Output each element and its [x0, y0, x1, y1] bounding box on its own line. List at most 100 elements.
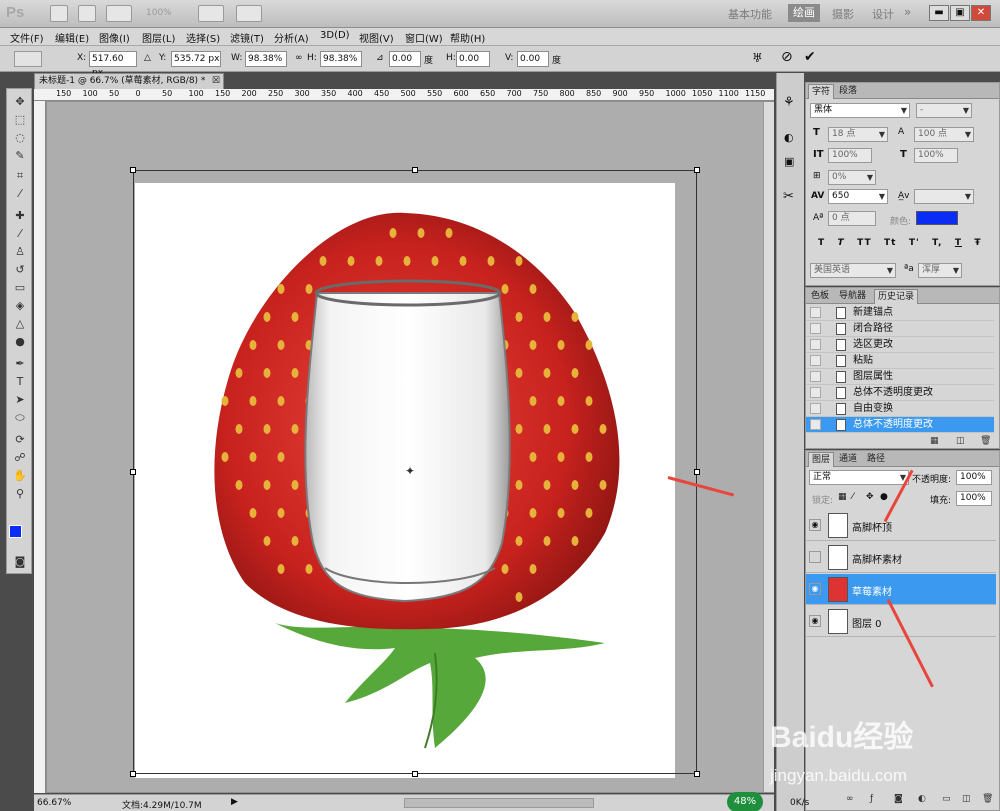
new-layer-icon[interactable]: ◫ — [962, 794, 972, 804]
quick-select-tool-icon[interactable]: ✎ — [12, 149, 28, 163]
horizontal-scale-field[interactable]: 100% — [914, 148, 958, 163]
zoom-tool-icon[interactable]: ⚲ — [12, 487, 28, 501]
adjustment-icon[interactable]: ▣ — [784, 155, 794, 168]
layer-row-selected[interactable]: ◉ 草莓素材 — [806, 574, 996, 605]
menu-3d[interactable]: 3D(D) — [320, 30, 350, 41]
zoom-readout[interactable]: 66.67% — [37, 798, 71, 808]
history-item[interactable]: 图层属性 — [806, 369, 994, 385]
new-group-icon[interactable]: ▭ — [942, 794, 952, 804]
leading-field[interactable]: 100 点 ▼ — [914, 127, 974, 142]
opacity-field[interactable]: 100% — [956, 470, 992, 485]
menu-filter[interactable]: 滤镜(T) — [230, 30, 264, 45]
reference-point-icon[interactable] — [14, 51, 42, 67]
tab-history[interactable]: 历史记录 — [874, 289, 919, 304]
menu-window[interactable]: 窗口(W) — [405, 30, 443, 45]
font-family-select[interactable]: 黑体 ▼ — [810, 103, 910, 118]
height-scale-field[interactable]: 98.38% — [320, 51, 362, 67]
layer-mask-icon[interactable]: ◙ — [894, 794, 904, 804]
tab-character[interactable]: 字符 — [808, 84, 835, 99]
path-select-icon[interactable]: ➤ — [12, 393, 28, 407]
lasso-tool-icon[interactable]: ◌ — [12, 131, 28, 145]
tab-navigator[interactable]: 导航器 — [836, 289, 869, 304]
new-snapshot-icon[interactable]: ◫ — [956, 436, 966, 446]
history-item[interactable]: 新建锚点 — [806, 305, 994, 321]
minimize-button[interactable]: ▬ — [929, 5, 949, 21]
status-menu-icon[interactable]: ▶ — [231, 797, 238, 807]
shape-tool-icon[interactable]: ⬭ — [12, 411, 28, 425]
workspace-more-button[interactable]: » — [904, 5, 911, 19]
workspace-design[interactable]: 设计 — [872, 6, 894, 22]
tab-channels[interactable]: 通道 — [836, 452, 860, 467]
marquee-tool-icon[interactable]: ⬚ — [12, 113, 28, 127]
history-brush-icon[interactable]: ↺ — [12, 263, 28, 277]
foreground-color-swatch[interactable] — [9, 525, 22, 538]
brush-tool-icon[interactable]: ⁄ — [12, 227, 28, 241]
subscript-button[interactable]: T, — [932, 238, 942, 248]
strikethrough-button[interactable]: Ŧ — [974, 238, 981, 248]
new-document-from-state-icon[interactable]: ▦ — [930, 436, 940, 446]
transform-handle[interactable] — [694, 469, 700, 475]
kerning-field[interactable]: ▼ — [914, 189, 974, 204]
tab-swatches[interactable]: 色板 — [808, 289, 832, 304]
faux-italic-button[interactable]: T — [838, 238, 845, 248]
mini-bridge-button[interactable] — [78, 5, 96, 22]
transform-handle[interactable] — [130, 771, 136, 777]
vertical-scale-field[interactable]: 100% — [828, 148, 872, 163]
history-item-selected[interactable]: 总体不透明度更改 — [806, 417, 994, 433]
trash-icon[interactable]: 🗑 — [980, 436, 991, 446]
screen-mode-button[interactable] — [236, 5, 262, 22]
visibility-eye-icon[interactable] — [809, 551, 821, 563]
superscript-button[interactable]: T' — [909, 238, 920, 248]
font-size-field[interactable]: 18 点 ▼ — [828, 127, 888, 142]
lock-all-icon[interactable]: ● — [880, 492, 888, 502]
small-caps-button[interactable]: Tt — [884, 238, 896, 248]
warp-icon[interactable]: ♅ — [752, 51, 763, 65]
all-caps-button[interactable]: TT — [857, 238, 872, 248]
history-item[interactable]: 选区更改 — [806, 337, 994, 353]
cancel-transform-icon[interactable]: ⊘ — [781, 49, 793, 65]
tsume-field[interactable]: 0% ▼ — [828, 170, 876, 185]
view-extras-button[interactable] — [106, 5, 132, 22]
crop-tool-icon[interactable]: ⌗ — [12, 169, 28, 183]
width-scale-field[interactable]: 98.38% — [245, 51, 287, 67]
menu-edit[interactable]: 编辑(E) — [55, 30, 89, 45]
type-tool-icon[interactable]: T — [12, 375, 28, 389]
x-position-field[interactable]: 517.60 px — [89, 51, 137, 78]
language-select[interactable]: 美国英语 ▼ — [810, 263, 896, 278]
eyedropper-tool-icon[interactable]: ⁄ — [12, 187, 28, 201]
tracking-field[interactable]: 650 ▼ — [828, 189, 888, 204]
visibility-eye-icon[interactable]: ◉ — [809, 519, 821, 531]
commit-transform-icon[interactable]: ✔ — [804, 49, 816, 65]
history-item[interactable]: 粘贴 — [806, 353, 994, 369]
transform-handle[interactable] — [412, 167, 418, 173]
quick-mask-icon[interactable]: ◙ — [12, 555, 28, 569]
delete-layer-icon[interactable]: 🗑 — [982, 794, 993, 804]
healing-brush-icon[interactable]: ✚ — [12, 209, 28, 223]
workspace-paint[interactable]: 绘画 — [788, 4, 820, 22]
layer-row[interactable]: 高脚杯素材 — [806, 542, 996, 573]
menu-view[interactable]: 视图(V) — [359, 30, 394, 45]
brush-preset-icon[interactable]: ⚘ — [783, 95, 795, 110]
antialias-select[interactable]: 浑厚 ▼ — [918, 263, 962, 278]
workspace-photo[interactable]: 摄影 — [832, 6, 854, 22]
arrange-documents-button[interactable] — [198, 5, 224, 22]
adjustment-layer-icon[interactable]: ◐ — [918, 794, 928, 804]
lock-position-icon[interactable]: ✥ — [866, 492, 874, 502]
clone-source-icon[interactable]: ◐ — [784, 131, 794, 144]
layer-row[interactable]: ◉ 高脚杯顶 — [806, 510, 996, 541]
blur-tool-icon[interactable]: △ — [12, 317, 28, 331]
y-position-field[interactable]: 535.72 px — [171, 51, 221, 67]
menu-image[interactable]: 图像(I) — [99, 30, 130, 45]
transform-handle[interactable] — [694, 771, 700, 777]
horizontal-scrollbar[interactable] — [404, 798, 594, 808]
visibility-eye-icon[interactable]: ◉ — [809, 583, 821, 595]
history-item[interactable]: 总体不透明度更改 — [806, 385, 994, 401]
menu-analysis[interactable]: 分析(A) — [274, 30, 309, 45]
move-tool-icon[interactable]: ✥ — [12, 95, 28, 109]
baseline-shift-field[interactable]: 0 点 — [828, 211, 876, 226]
tab-paths[interactable]: 路径 — [864, 452, 888, 467]
link-icon[interactable]: ∞ — [295, 53, 303, 63]
vertical-scrollbar[interactable] — [763, 102, 774, 792]
lock-pixels-icon[interactable]: ⁄ — [852, 492, 854, 502]
eraser-tool-icon[interactable]: ▭ — [12, 281, 28, 295]
